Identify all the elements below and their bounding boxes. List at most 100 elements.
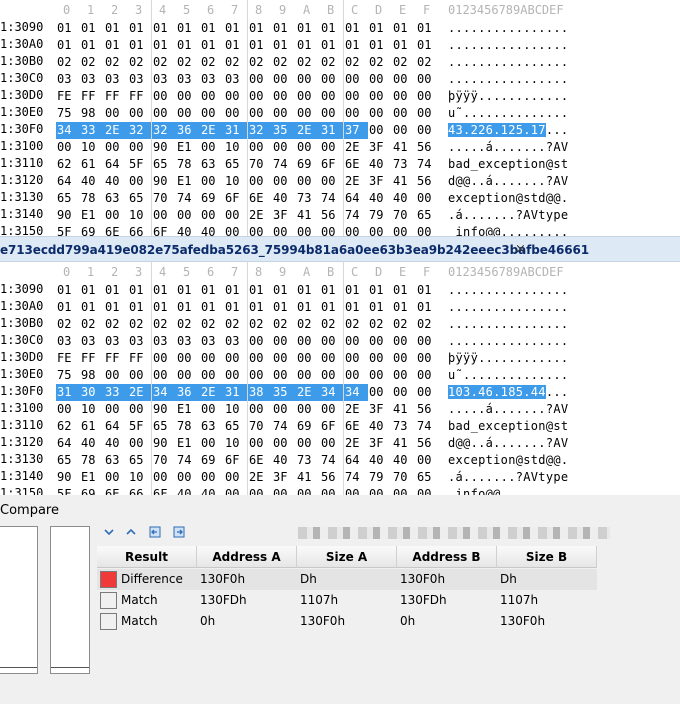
hex-byte[interactable]: 5F bbox=[128, 156, 152, 173]
hex-byte[interactable]: 01 bbox=[56, 20, 80, 37]
hex-byte[interactable]: 00 bbox=[200, 173, 224, 190]
hex-byte[interactable]: E1 bbox=[80, 469, 104, 486]
hex-byte[interactable]: 90 bbox=[152, 139, 176, 156]
hex-byte[interactable]: 32 bbox=[152, 122, 176, 139]
hex-byte[interactable]: 00 bbox=[224, 486, 248, 495]
hex-byte[interactable]: 00 bbox=[416, 224, 440, 236]
hex-byte[interactable]: 00 bbox=[176, 469, 200, 486]
hex-byte[interactable]: 00 bbox=[200, 350, 224, 367]
hex-byte[interactable]: 61 bbox=[80, 156, 104, 173]
hex-byte[interactable]: 01 bbox=[272, 37, 296, 54]
hex-byte[interactable]: 00 bbox=[392, 105, 416, 122]
hex-byte[interactable]: 00 bbox=[248, 173, 272, 190]
hex-byte[interactable]: 41 bbox=[392, 401, 416, 418]
hex-byte[interactable]: 40 bbox=[272, 452, 296, 469]
hex-byte[interactable]: E1 bbox=[176, 435, 200, 452]
hex-byte[interactable]: 00 bbox=[344, 88, 368, 105]
file-b-overview-map[interactable] bbox=[50, 526, 90, 674]
column-header-address-a[interactable]: Address A bbox=[197, 546, 297, 568]
ascii-text[interactable]: 103.46.185.44... bbox=[448, 384, 568, 401]
hex-byte[interactable]: 6F bbox=[224, 190, 248, 207]
hex-byte[interactable]: 00 bbox=[272, 88, 296, 105]
hex-byte[interactable]: 00 bbox=[296, 224, 320, 236]
hex-byte[interactable]: 00 bbox=[224, 207, 248, 224]
compare-result-row[interactable]: Difference 130F0h Dh 130F0h Dh bbox=[97, 569, 597, 590]
hex-byte[interactable]: 6E bbox=[104, 486, 128, 495]
hex-byte[interactable]: 00 bbox=[296, 88, 320, 105]
hex-byte[interactable]: 00 bbox=[248, 435, 272, 452]
hex-byte[interactable]: 6F bbox=[224, 452, 248, 469]
hex-byte[interactable]: 00 bbox=[344, 367, 368, 384]
hex-byte[interactable]: 66 bbox=[128, 486, 152, 495]
hex-byte[interactable]: 00 bbox=[272, 401, 296, 418]
hex-byte[interactable]: 00 bbox=[176, 350, 200, 367]
hex-byte[interactable]: 00 bbox=[296, 105, 320, 122]
hex-byte[interactable]: 00 bbox=[344, 71, 368, 88]
hex-byte[interactable]: 02 bbox=[320, 54, 344, 71]
hex-byte[interactable]: 56 bbox=[416, 173, 440, 190]
hex-byte[interactable]: 02 bbox=[104, 316, 128, 333]
hex-byte[interactable]: 74 bbox=[320, 452, 344, 469]
hex-byte[interactable]: 01 bbox=[248, 37, 272, 54]
hex-byte[interactable]: 64 bbox=[104, 418, 128, 435]
hex-byte[interactable]: 00 bbox=[296, 367, 320, 384]
hex-byte[interactable]: 40 bbox=[368, 418, 392, 435]
hex-byte[interactable]: 65 bbox=[128, 190, 152, 207]
hex-byte[interactable]: 31 bbox=[56, 384, 80, 401]
hex-byte[interactable]: 00 bbox=[320, 435, 344, 452]
hex-byte[interactable]: 01 bbox=[176, 20, 200, 37]
hex-byte[interactable]: 73 bbox=[296, 190, 320, 207]
hex-byte[interactable]: 40 bbox=[368, 452, 392, 469]
hex-byte[interactable]: 00 bbox=[368, 224, 392, 236]
hex-byte[interactable]: 00 bbox=[152, 207, 176, 224]
hex-byte[interactable]: 01 bbox=[200, 282, 224, 299]
hex-byte[interactable]: 00 bbox=[104, 469, 128, 486]
hex-byte[interactable]: 01 bbox=[104, 299, 128, 316]
hex-byte[interactable]: 00 bbox=[368, 71, 392, 88]
ascii-text[interactable]: .....á.......?AV bbox=[448, 139, 568, 156]
file-b-tab-title[interactable]: e713ecdd799a419e082e75afedba5263_75994b8… bbox=[0, 237, 589, 261]
hex-byte[interactable]: 00 bbox=[272, 105, 296, 122]
hex-byte[interactable]: 65 bbox=[152, 418, 176, 435]
hex-byte[interactable]: 78 bbox=[176, 418, 200, 435]
hex-byte[interactable]: 78 bbox=[80, 452, 104, 469]
hex-byte[interactable]: 01 bbox=[272, 20, 296, 37]
hex-byte[interactable]: 01 bbox=[248, 299, 272, 316]
hex-byte[interactable]: 2E bbox=[344, 139, 368, 156]
hex-byte[interactable]: 69 bbox=[296, 418, 320, 435]
hex-byte[interactable]: 10 bbox=[224, 435, 248, 452]
ascii-text[interactable]: _info@@......... bbox=[448, 224, 568, 236]
hex-byte[interactable]: 00 bbox=[416, 486, 440, 495]
hex-byte[interactable]: 01 bbox=[344, 20, 368, 37]
hex-byte[interactable]: 01 bbox=[104, 282, 128, 299]
hex-byte[interactable]: 02 bbox=[272, 316, 296, 333]
hex-byte[interactable]: FE bbox=[56, 88, 80, 105]
hex-byte[interactable]: FF bbox=[80, 350, 104, 367]
hex-byte[interactable]: 00 bbox=[272, 139, 296, 156]
ascii-text[interactable]: d@@..á.......?AV bbox=[448, 435, 568, 452]
hex-byte[interactable]: 00 bbox=[224, 469, 248, 486]
hex-byte[interactable]: 02 bbox=[128, 54, 152, 71]
hex-byte[interactable]: 00 bbox=[200, 139, 224, 156]
hex-byte[interactable]: 00 bbox=[392, 367, 416, 384]
hex-byte[interactable]: 31 bbox=[224, 384, 248, 401]
file-a-overview-map[interactable] bbox=[0, 526, 38, 674]
hex-byte[interactable]: 3F bbox=[368, 173, 392, 190]
hex-byte[interactable]: 62 bbox=[56, 156, 80, 173]
hex-byte[interactable]: 03 bbox=[80, 333, 104, 350]
hex-byte[interactable]: 2E bbox=[296, 122, 320, 139]
ascii-text[interactable]: bad_exception@st bbox=[448, 156, 568, 173]
hex-byte[interactable]: 00 bbox=[248, 71, 272, 88]
hex-byte[interactable]: 01 bbox=[368, 282, 392, 299]
hex-byte[interactable]: 2E bbox=[344, 173, 368, 190]
hex-byte[interactable]: 01 bbox=[224, 20, 248, 37]
hex-byte[interactable]: 01 bbox=[296, 299, 320, 316]
hex-byte[interactable]: 00 bbox=[368, 122, 392, 139]
hex-byte[interactable]: 69 bbox=[80, 224, 104, 236]
hex-byte[interactable]: 02 bbox=[344, 316, 368, 333]
hex-byte[interactable]: 41 bbox=[392, 139, 416, 156]
hex-byte[interactable]: 65 bbox=[128, 452, 152, 469]
hex-byte[interactable]: 00 bbox=[320, 350, 344, 367]
hex-byte[interactable]: 00 bbox=[128, 401, 152, 418]
hex-byte[interactable]: 3F bbox=[272, 207, 296, 224]
